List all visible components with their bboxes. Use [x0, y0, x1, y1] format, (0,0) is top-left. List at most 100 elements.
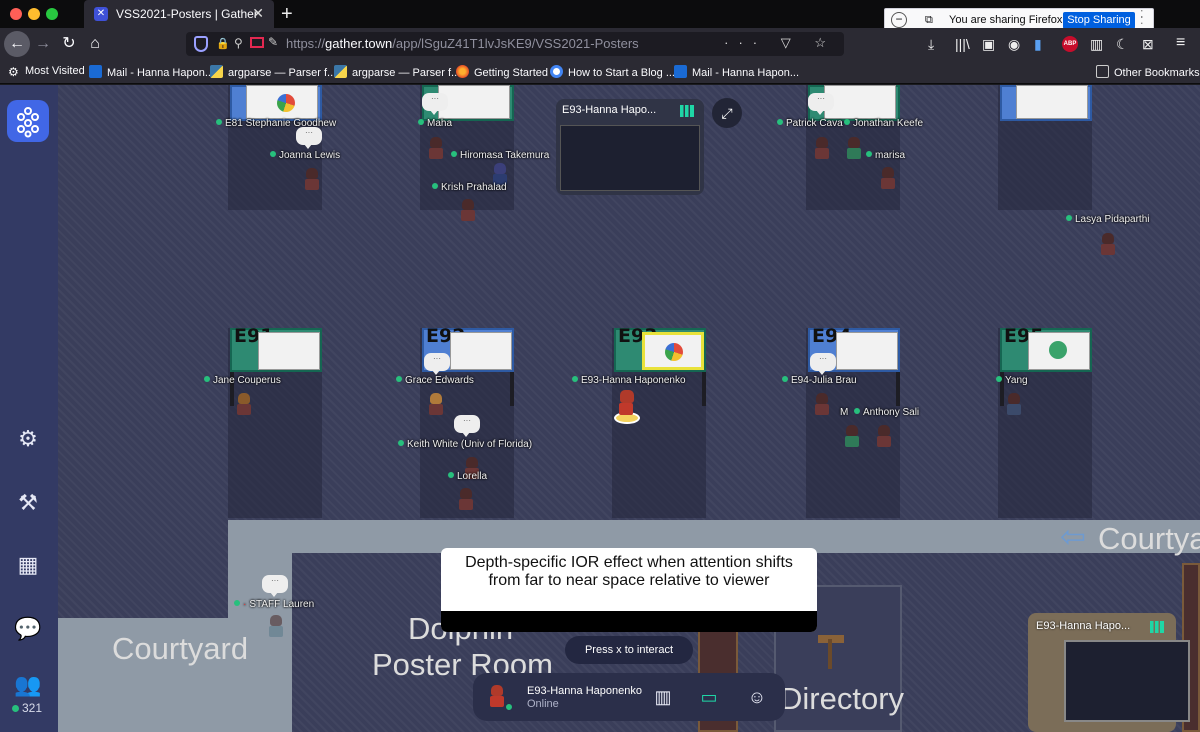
- map-icon[interactable]: ▥: [651, 685, 675, 709]
- bookmark-getting-started[interactable]: Getting Started: [456, 65, 548, 79]
- camera-blocked-icon[interactable]: [250, 37, 264, 48]
- poster-e95[interactable]: E95: [1000, 325, 1092, 372]
- downloads-icon[interactable]: ⤓: [928, 36, 934, 53]
- extension-doc-icon[interactable]: ▮: [1034, 36, 1042, 53]
- player-name[interactable]: marisa: [866, 150, 905, 161]
- close-window-button[interactable]: [10, 8, 22, 20]
- player-avatar[interactable]: [268, 615, 284, 639]
- bookmark-argparse-1[interactable]: argparse — Parser f...: [210, 65, 336, 79]
- player-name[interactable]: Lasya Pidaparthi: [1066, 214, 1150, 225]
- screen-share-video[interactable]: E93-Hanna Hapo...: [556, 99, 704, 195]
- player-avatar[interactable]: [814, 137, 830, 161]
- browser-tab[interactable]: ✕ VSS2021-Posters | Gather ✕: [84, 0, 274, 28]
- user-status[interactable]: Online: [527, 698, 559, 710]
- player-name[interactable]: M: [840, 407, 848, 418]
- player-name[interactable]: Jonathan Keefe: [844, 118, 923, 129]
- player-name[interactable]: Lorella: [448, 471, 487, 482]
- stop-sharing-button[interactable]: Stop Sharing: [1063, 12, 1135, 29]
- player-name[interactable]: Maha: [418, 118, 452, 129]
- player-label: E93-Hanna Haponenko: [581, 375, 686, 386]
- player-avatar[interactable]: [1006, 393, 1022, 417]
- player-name[interactable]: Joanna Lewis: [270, 150, 340, 161]
- tracking-protection-icon[interactable]: [194, 36, 208, 52]
- expand-icon[interactable]: ⤢: [712, 98, 742, 128]
- player-label: Lasya Pidaparthi: [1075, 214, 1150, 225]
- poster-preview-popup[interactable]: Depth-specific IOR effect when attention…: [441, 548, 817, 632]
- address-bar[interactable]: 🔒 ⚲ ✎ https://gather.town/app/lSguZ41T1l…: [186, 32, 844, 56]
- emoji-icon[interactable]: ☺: [745, 685, 769, 709]
- online-count[interactable]: 321: [12, 701, 42, 715]
- player-avatar[interactable]: [814, 393, 830, 417]
- screen-share-icon[interactable]: ▭: [697, 685, 721, 709]
- page-actions[interactable]: ··· ▽ ☆: [724, 35, 836, 51]
- player-name[interactable]: E94-Julia Brau: [782, 375, 857, 386]
- extension-moon-icon[interactable]: ☾: [1116, 36, 1129, 53]
- extension-bars-icon[interactable]: ▥: [1090, 36, 1103, 53]
- minimize-window-button[interactable]: [28, 8, 40, 20]
- poster-e81[interactable]: [230, 85, 322, 121]
- tab-close-icon[interactable]: ✕: [252, 5, 264, 22]
- maximize-window-button[interactable]: [46, 8, 58, 20]
- player-avatar[interactable]: [880, 167, 896, 191]
- settings-gear-icon[interactable]: ⚙: [14, 425, 42, 453]
- bookmark-mail-2[interactable]: Mail - Hanna Hapon...: [674, 65, 799, 79]
- permissions-icon[interactable]: ⚲: [234, 36, 243, 50]
- sidebar-toggle-icon[interactable]: ▣: [982, 36, 995, 53]
- bookmark-mail-1[interactable]: Mail - Hanna Hapon...: [89, 65, 214, 79]
- player-avatar[interactable]: [844, 425, 860, 449]
- chat-icon[interactable]: 💬: [14, 615, 42, 643]
- online-dot-icon: [572, 376, 578, 382]
- player-avatar[interactable]: [428, 137, 444, 161]
- poster-e93[interactable]: E93: [614, 325, 706, 372]
- bookmark-most-visited[interactable]: ⚙ Most Visited: [8, 65, 85, 79]
- player-avatar[interactable]: [846, 137, 862, 161]
- player-avatar[interactable]: [304, 168, 320, 192]
- player-name[interactable]: · STAFF Lauren: [234, 599, 314, 610]
- participants-icon[interactable]: 👥: [14, 671, 42, 699]
- drag-handle-icon[interactable]: ⁚ ⁚: [1140, 10, 1144, 27]
- gather-logo-icon[interactable]: [7, 100, 49, 142]
- back-button[interactable]: ←: [4, 31, 30, 57]
- account-icon[interactable]: ◉: [1008, 36, 1020, 53]
- player-avatar[interactable]: [876, 425, 892, 449]
- menu-icon[interactable]: ≡: [1176, 34, 1185, 52]
- forward-button[interactable]: →: [32, 33, 54, 55]
- poster-e85[interactable]: [1000, 85, 1092, 121]
- player-avatar[interactable]: [236, 393, 252, 417]
- player-avatar[interactable]: [460, 199, 476, 223]
- extension-k-icon[interactable]: ⊠: [1142, 36, 1154, 53]
- player-name[interactable]: Hiromasa Takemura: [451, 150, 549, 161]
- player-avatar[interactable]: [1100, 233, 1116, 257]
- player-name[interactable]: E93-Hanna Haponenko: [572, 375, 686, 386]
- player-avatar[interactable]: [458, 488, 474, 512]
- player-name[interactable]: Yang: [996, 375, 1028, 386]
- new-tab-button[interactable]: +: [281, 3, 293, 26]
- library-icon[interactable]: |||\: [955, 36, 970, 52]
- player-name[interactable]: Patrick Cava: [777, 118, 843, 129]
- directory-signpost[interactable]: [818, 633, 844, 669]
- user-name[interactable]: E93-Hanna Haponenko: [527, 685, 642, 697]
- player-name[interactable]: Anthony Sali: [854, 407, 919, 418]
- player-avatar[interactable]: [428, 393, 444, 417]
- reload-button[interactable]: ↻: [58, 33, 80, 55]
- calendar-icon[interactable]: ▦: [14, 551, 42, 579]
- user-avatar[interactable]: [489, 685, 505, 709]
- bookmark-argparse-2[interactable]: argparse — Parser f...: [334, 65, 460, 79]
- build-hammer-icon[interactable]: ⚒: [14, 489, 42, 517]
- player-name[interactable]: Grace Edwards: [396, 375, 474, 386]
- adblock-plus-icon[interactable]: ABP: [1062, 36, 1078, 52]
- player-label: Patrick Cava: [786, 118, 843, 129]
- player-name[interactable]: Krish Prahalad: [432, 182, 507, 193]
- lock-icon[interactable]: 🔒: [216, 37, 230, 50]
- poster-e91[interactable]: E91: [230, 325, 322, 372]
- home-button[interactable]: ⌂: [84, 33, 106, 55]
- self-avatar[interactable]: [618, 390, 636, 418]
- microphone-icon[interactable]: ✎: [268, 35, 278, 49]
- other-bookmarks-label: Other Bookmarks: [1114, 67, 1200, 79]
- minimize-share-icon[interactable]: −: [891, 12, 907, 28]
- player-name[interactable]: Keith White (Univ of Florida): [398, 439, 532, 450]
- player-name[interactable]: Jane Couperus: [204, 375, 281, 386]
- mini-screen-share-preview[interactable]: [1064, 640, 1190, 722]
- bookmark-blog[interactable]: How to Start a Blog ...: [550, 65, 675, 79]
- other-bookmarks[interactable]: Other Bookmarks: [1096, 65, 1200, 79]
